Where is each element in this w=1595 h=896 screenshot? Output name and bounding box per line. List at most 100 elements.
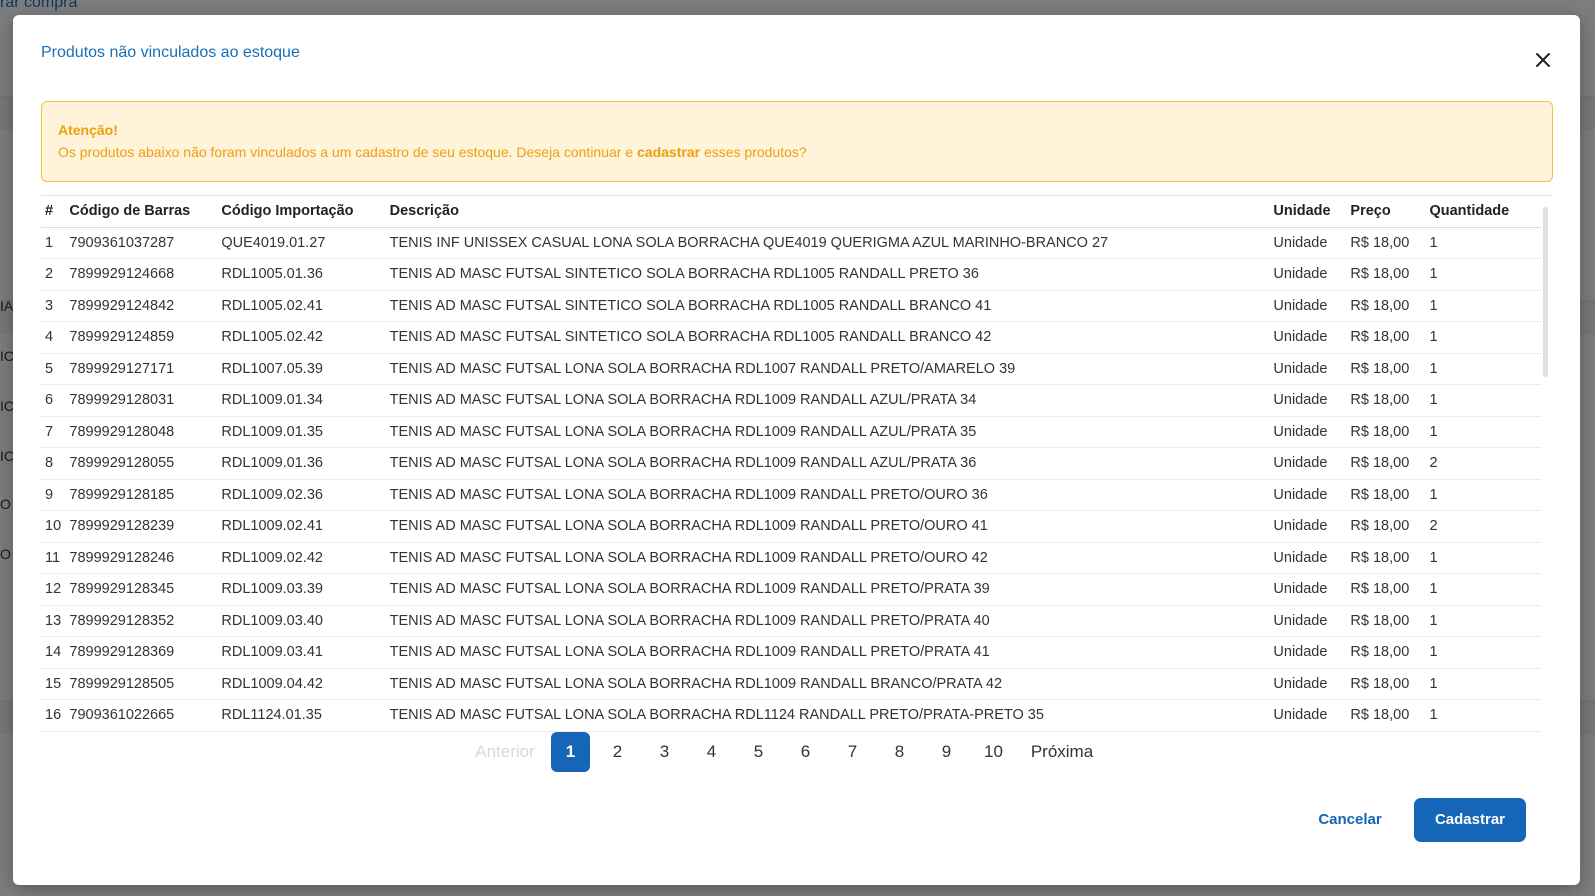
warning-alert: Atenção! Os produtos abaixo não foram vi… — [41, 101, 1553, 182]
cell-description: TENIS AD MASC FUTSAL LONA SOLA BORRACHA … — [389, 699, 1274, 732]
table-row[interactable]: 14 7899929128369 RDL1009.03.41 TENIS AD MAS… — [41, 636, 1541, 669]
cell-price: R$ 18,00 — [1350, 542, 1430, 574]
cell-barcode: 7899929128352 — [69, 605, 222, 637]
cell-barcode: 7899929128185 — [69, 479, 222, 511]
cell-import-code: RDL1007.05.39 — [221, 353, 390, 385]
cell-quantity: 2 — [1429, 510, 1541, 543]
table-row[interactable]: 7 7899929128048 RDL1009.01.35 TENIS AD MASC… — [41, 416, 1541, 448]
pagination-page-4[interactable]: 4 — [692, 732, 731, 772]
cell-unit: Unidade — [1273, 510, 1351, 543]
pagination-page-5[interactable]: 5 — [739, 732, 778, 772]
cell-import-code: RDL1005.01.36 — [221, 258, 390, 291]
column-header-barcode: Código de Barras — [69, 196, 222, 228]
cell-barcode: 7899929124859 — [69, 321, 222, 354]
cell-description: TENIS INF UNISSEX CASUAL LONA SOLA BORRA… — [389, 227, 1274, 259]
cell-price: R$ 18,00 — [1350, 510, 1430, 543]
cell-quantity: 1 — [1429, 290, 1541, 322]
cell-price: R$ 18,00 — [1350, 227, 1430, 259]
cell-index: 5 — [41, 353, 70, 385]
pagination-page-1[interactable]: 1 — [551, 732, 590, 772]
table-row[interactable]: 4 7899929124859 RDL1005.02.42 TENIS AD MASC… — [41, 321, 1541, 354]
cell-description: TENIS AD MASC FUTSAL LONA SOLA BORRACHA … — [389, 479, 1274, 511]
cell-barcode: 7899929124668 — [69, 258, 222, 291]
cell-quantity: 2 — [1429, 447, 1541, 480]
cell-barcode: 7899929124842 — [69, 290, 222, 322]
pagination-page-9[interactable]: 9 — [927, 732, 966, 772]
cell-price: R$ 18,00 — [1350, 416, 1430, 448]
close-icon[interactable] — [1532, 49, 1554, 71]
table-row[interactable]: 13 7899929128352 RDL1009.03.40 TENIS AD MAS… — [41, 605, 1541, 637]
table-row[interactable]: 6 7899929128031 RDL1009.01.34 TENIS AD MASC… — [41, 384, 1541, 417]
cell-description: TENIS AD MASC FUTSAL LONA SOLA BORRACHA … — [389, 605, 1274, 637]
column-header-quantity: Quantidade — [1429, 196, 1541, 228]
cell-unit: Unidade — [1273, 668, 1351, 700]
pagination-page-7[interactable]: 7 — [833, 732, 872, 772]
cell-import-code: RDL1009.04.42 — [221, 668, 390, 700]
cell-import-code: RDL1009.01.34 — [221, 384, 390, 417]
cell-description: TENIS AD MASC FUTSAL LONA SOLA BORRACHA … — [389, 510, 1274, 543]
cell-unit: Unidade — [1273, 227, 1351, 259]
table-row[interactable]: 5 7899929127171 RDL1007.05.39 TENIS AD MASC… — [41, 353, 1541, 385]
cell-index: 8 — [41, 447, 70, 480]
cell-price: R$ 18,00 — [1350, 605, 1430, 637]
cell-index: 4 — [41, 321, 70, 354]
pagination-page-8[interactable]: 8 — [880, 732, 919, 772]
table-row[interactable]: 10 7899929128239 RDL1009.02.41 TENIS AD MAS… — [41, 510, 1541, 543]
cell-unit: Unidade — [1273, 699, 1351, 732]
cell-import-code: RDL1009.03.40 — [221, 605, 390, 637]
cell-import-code: RDL1009.02.42 — [221, 542, 390, 574]
cell-barcode: 7899929128505 — [69, 668, 222, 700]
cell-quantity: 1 — [1429, 636, 1541, 669]
cell-price: R$ 18,00 — [1350, 668, 1430, 700]
table-row[interactable]: 3 7899929124842 RDL1005.02.41 TENIS AD MASC… — [41, 290, 1541, 322]
table-row[interactable]: 11 7899929128246 RDL1009.02.42 TENIS AD MAS… — [41, 542, 1541, 574]
table-row[interactable]: 12 7899929128345 RDL1009.03.39 TENIS AD MAS… — [41, 573, 1541, 606]
pagination-page-2[interactable]: 2 — [598, 732, 637, 772]
pagination-page-10[interactable]: 10 — [974, 732, 1013, 772]
cell-description: TENIS AD MASC FUTSAL LONA SOLA BORRACHA … — [389, 447, 1274, 480]
cell-barcode: 7899929127171 — [69, 353, 222, 385]
column-header-price: Preço — [1350, 196, 1430, 228]
cell-barcode: 7899929128239 — [69, 510, 222, 543]
cell-price: R$ 18,00 — [1350, 699, 1430, 732]
table-scrollbar[interactable] — [1543, 207, 1548, 377]
cell-description: TENIS AD MASC FUTSAL SINTETICO SOLA BORR… — [389, 321, 1274, 354]
pagination-next[interactable]: Próxima — [1029, 732, 1095, 772]
modal-title: Produtos não vinculados ao estoque — [41, 44, 300, 61]
register-button[interactable]: Cadastrar — [1414, 798, 1526, 842]
pagination-previous: Anterior — [475, 742, 535, 761]
cell-description: TENIS AD MASC FUTSAL LONA SOLA BORRACHA … — [389, 384, 1274, 417]
cell-import-code: RDL1009.01.35 — [221, 416, 390, 448]
cell-import-code: RDL1009.03.39 — [221, 573, 390, 606]
pagination-page-3[interactable]: 3 — [645, 732, 684, 772]
table-row[interactable]: 1 7909361037287 QUE4019.01.27 TENIS INF UNI… — [41, 227, 1541, 259]
cancel-button[interactable]: Cancelar — [1305, 798, 1395, 842]
products-table-container[interactable]: # Código de Barras Código Importação Des… — [41, 195, 1553, 737]
cell-index: 15 — [41, 668, 70, 700]
cell-price: R$ 18,00 — [1350, 321, 1430, 354]
table-row[interactable]: 15 7899929128505 RDL1009.04.42 TENIS AD MAS… — [41, 668, 1541, 700]
cell-import-code: QUE4019.01.27 — [221, 227, 390, 259]
cell-barcode: 7899929128055 — [69, 447, 222, 480]
cell-index: 10 — [41, 510, 70, 543]
cell-index: 1 — [41, 227, 70, 259]
cell-index: 12 — [41, 573, 70, 606]
table-row[interactable]: 2 7899929124668 RDL1005.01.36 TENIS AD MASC… — [41, 258, 1541, 291]
cell-import-code: RDL1009.03.41 — [221, 636, 390, 669]
pagination-page-6[interactable]: 6 — [786, 732, 825, 772]
cell-quantity: 1 — [1429, 668, 1541, 700]
table-row[interactable]: 16 7909361022665 RDL1124.01.35 TENIS AD MAS… — [41, 699, 1541, 732]
cell-index: 9 — [41, 479, 70, 511]
cell-quantity: 1 — [1429, 542, 1541, 574]
table-header-row: # Código de Barras Código Importação Des… — [41, 196, 1541, 228]
column-header-index: # — [41, 196, 70, 228]
cell-barcode: 7909361022665 — [69, 699, 222, 732]
cell-unit: Unidade — [1273, 416, 1351, 448]
cell-index: 7 — [41, 416, 70, 448]
table-body: 1 7909361037287 QUE4019.01.27 TENIS INF UNI… — [41, 227, 1541, 732]
cell-description: TENIS AD MASC FUTSAL SINTETICO SOLA BORR… — [389, 258, 1274, 291]
alert-text-bold: cadastrar — [637, 144, 701, 160]
cell-index: 3 — [41, 290, 70, 322]
table-row[interactable]: 9 7899929128185 RDL1009.02.36 TENIS AD MASC… — [41, 479, 1541, 511]
table-row[interactable]: 8 7899929128055 RDL1009.01.36 TENIS AD MASC… — [41, 447, 1541, 480]
